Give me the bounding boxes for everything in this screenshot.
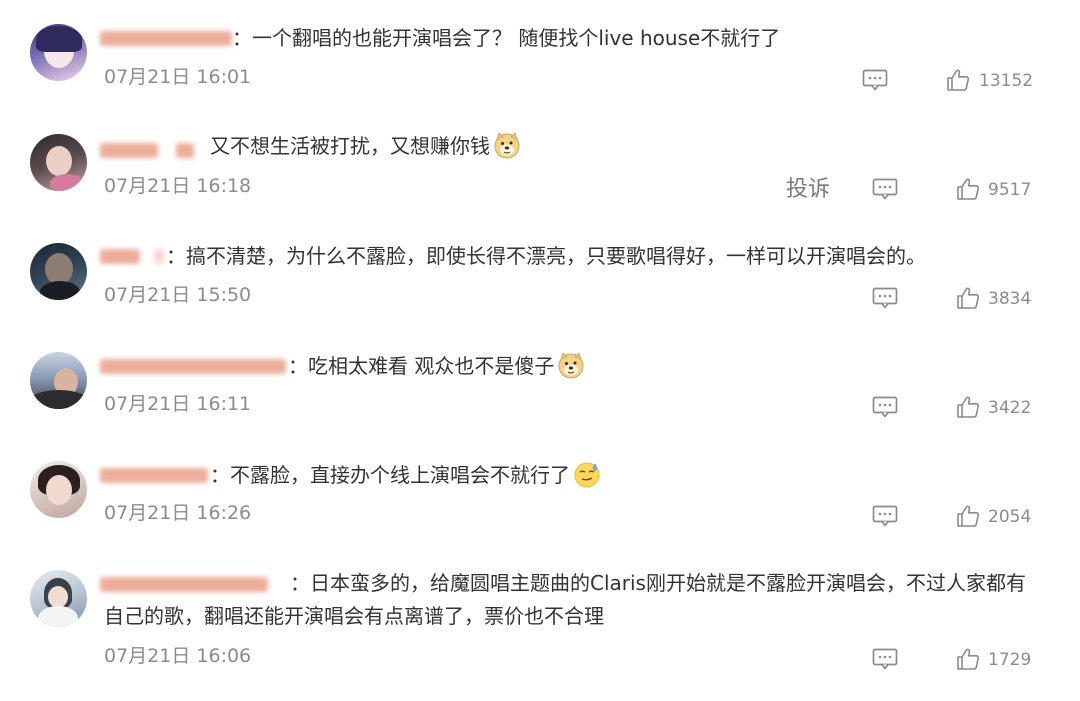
comment-text: 又不想生活被打扰，又想赚你钱 (210, 134, 490, 158)
comment-time: 07月21日 16:06 (104, 645, 252, 667)
sweat-smile-emoji-icon (573, 460, 601, 488)
reply-icon[interactable] (872, 287, 898, 309)
comment-separator: ： (232, 26, 252, 50)
comment-separator: ： (210, 463, 230, 487)
comment-separator: ： (290, 571, 310, 595)
comment-text: 日本蛮多的，给魔圆唱主题曲的Claris刚开始就是不露脸开演唱会，不过人家都有自… (104, 571, 1026, 628)
avatar[interactable] (30, 461, 87, 518)
comment-separator: ： (166, 244, 186, 268)
like-count: 3422 (988, 398, 1032, 418)
report-button[interactable]: 投诉 (786, 177, 830, 203)
comment-time: 07月21日 16:26 (104, 502, 252, 524)
doge-emoji-icon (493, 131, 521, 159)
avatar[interactable] (30, 243, 87, 300)
avatar[interactable] (30, 352, 87, 409)
avatar[interactable] (30, 570, 87, 627)
username-blurred[interactable] (100, 138, 194, 162)
username-blurred[interactable] (100, 26, 232, 50)
avatar[interactable] (30, 24, 87, 81)
comment-text: 吃相太难看 观众也不是傻子 (308, 354, 555, 378)
like-count: 13152 (979, 71, 1034, 91)
like-icon[interactable] (956, 504, 980, 528)
like-count: 9517 (988, 180, 1032, 200)
comment-time: 07月21日 15:50 (104, 284, 252, 306)
username-blurred[interactable] (100, 463, 208, 487)
like-icon[interactable] (956, 647, 980, 671)
like-icon[interactable] (946, 68, 970, 92)
comment-time: 07月21日 16:11 (104, 393, 252, 415)
comment-text: 一个翻唱的也能开演唱会了？ 随便找个live house不就行了 (252, 26, 781, 50)
doge-emoji-icon (557, 351, 585, 379)
reply-icon[interactable] (872, 396, 898, 418)
like-icon[interactable] (956, 395, 980, 419)
comment-time: 07月21日 16:01 (104, 66, 252, 88)
comment-text: 搞不清楚，为什么不露脸，即使长得不漂亮，只要歌唱得好，一样可以开演唱会的。 (186, 244, 926, 268)
reply-icon[interactable] (872, 648, 898, 670)
like-count: 1729 (988, 650, 1032, 670)
username-blurred[interactable] (100, 244, 164, 268)
reply-icon[interactable] (862, 69, 888, 91)
reply-icon[interactable] (872, 505, 898, 527)
like-count: 3834 (988, 289, 1032, 309)
comment-separator: ： (288, 354, 308, 378)
avatar[interactable] (30, 134, 87, 191)
username-blurred[interactable] (100, 354, 286, 378)
like-icon[interactable] (956, 286, 980, 310)
like-icon[interactable] (956, 177, 980, 201)
reply-icon[interactable] (872, 178, 898, 200)
comment-text: 不露脸，直接办个线上演唱会不就行了 (230, 463, 570, 487)
like-count: 2054 (988, 507, 1032, 527)
comment-time: 07月21日 16:18 (104, 175, 252, 197)
